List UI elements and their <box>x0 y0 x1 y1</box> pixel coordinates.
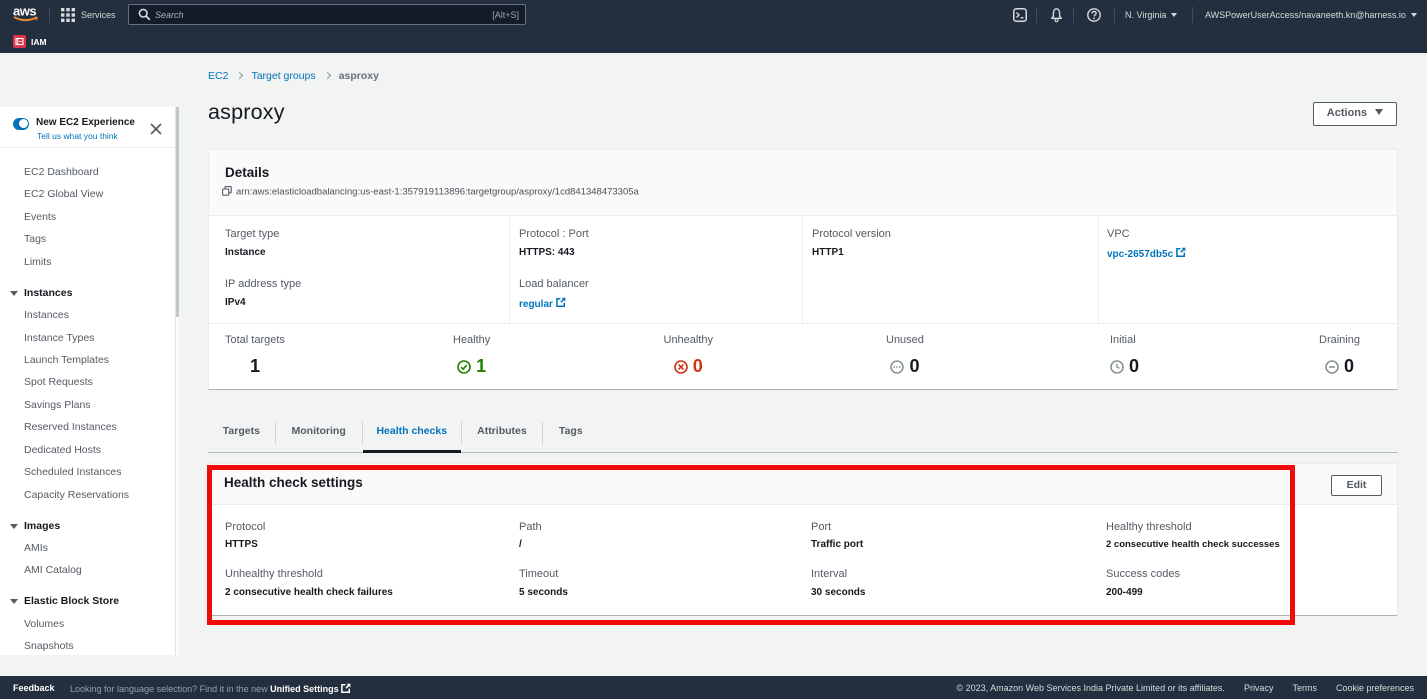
svg-text:aws: aws <box>13 4 36 19</box>
